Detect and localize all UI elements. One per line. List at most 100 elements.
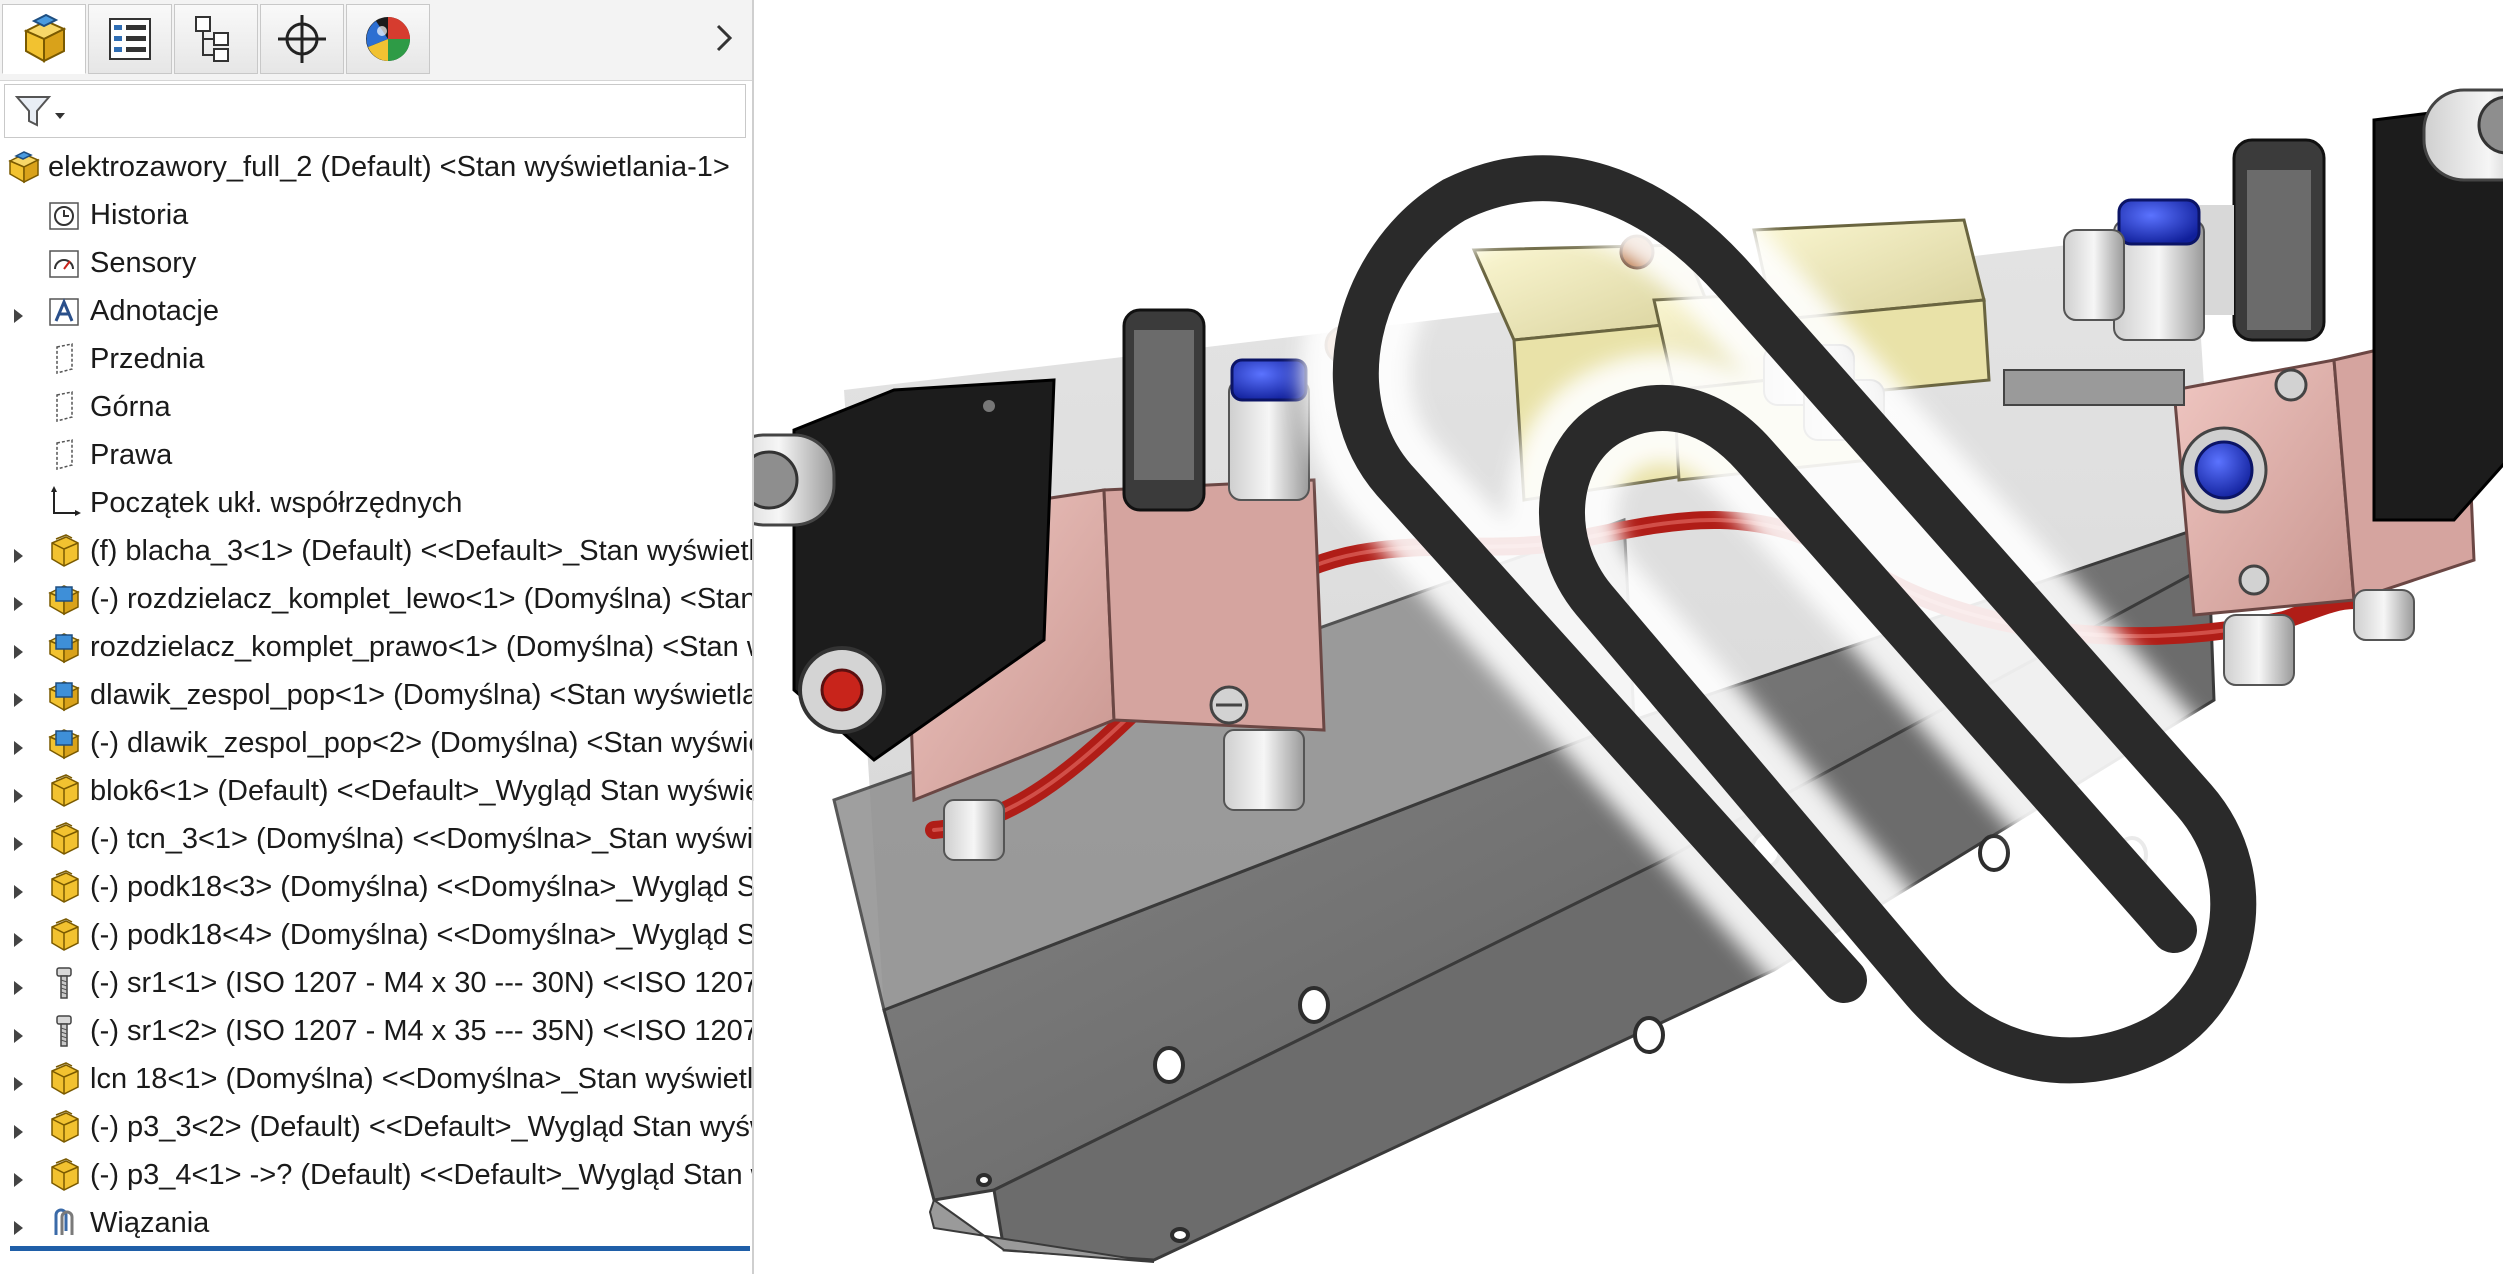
propertymanager-tab[interactable] [88, 4, 172, 74]
annotations-icon [46, 293, 82, 329]
tree-item-19[interactable]: lcn 18<1> (Domyślna) <<Domyślna>_Stan wy… [0, 1055, 752, 1103]
tree-item-label: lcn 18<1> (Domyślna) <<Domyślna>_Stan wy… [90, 1062, 754, 1095]
tree-root-item[interactable]: elektrozawory_full_2 (Default) <Stan wyś… [0, 143, 752, 191]
tree-item-label: Górna [90, 390, 171, 423]
plane-icon [46, 389, 82, 425]
subassembly-icon [46, 581, 82, 617]
part-icon [46, 533, 82, 569]
tree-item-14[interactable]: (-) tcn_3<1> (Domyślna) <<Domyślna>_Stan… [0, 815, 752, 863]
filter-icon[interactable] [11, 91, 69, 131]
tree-item-3[interactable]: Adnotacje [0, 287, 752, 335]
plane-icon [46, 437, 82, 473]
subassembly-icon [46, 677, 82, 713]
tree-item-label: (-) tcn_3<1> (Domyślna) <<Domyślna>_Stan… [90, 822, 754, 855]
part-icon [46, 821, 82, 857]
feature-tree: elektrozawory_full_2 (Default) <Stan wyś… [0, 143, 752, 1247]
tree-item-label: dlawik_zespol_pop<1> (Domyślna) <Stan wy… [90, 678, 752, 711]
expand-arrow-icon[interactable] [12, 1069, 26, 1091]
tree-item-16[interactable]: (-) podk18<4> (Domyślna) <<Domyślna>_Wyg… [0, 911, 752, 959]
subassembly-icon [46, 725, 82, 761]
expand-arrow-icon[interactable] [12, 685, 26, 707]
tree-item-label: elektrozawory_full_2 (Default) <Stan wyś… [48, 150, 730, 183]
sensors-icon [46, 245, 82, 281]
tree-item-13[interactable]: blok6<1> (Default) <<Default>_Wygląd Sta… [0, 767, 752, 815]
configurationmanager-tab[interactable] [174, 4, 258, 74]
tree-filter-bar[interactable] [4, 84, 746, 138]
featuremanager-tab[interactable] [2, 4, 86, 74]
tree-item-label: Historia [90, 198, 189, 231]
tree-item-label: Początek ukł. współrzędnych [90, 486, 463, 519]
part-icon [46, 1061, 82, 1097]
display-manager-tab[interactable] [346, 4, 430, 74]
tree-item-label: Sensory [90, 246, 197, 279]
tree-item-label: Przednia [90, 342, 205, 375]
tree-item-11[interactable]: dlawik_zespol_pop<1> (Domyślna) <Stan wy… [0, 671, 752, 719]
tree-item-9[interactable]: (-) rozdzielacz_komplet_lewo<1> (Domyśln… [0, 575, 752, 623]
tree-item-1[interactable]: Historia [0, 191, 752, 239]
graphics-viewport[interactable] [754, 0, 2503, 1274]
screw-icon [46, 1013, 82, 1049]
tree-item-4[interactable]: Przednia [0, 335, 752, 383]
tree-item-12[interactable]: (-) dlawik_zespol_pop<2> (Domyślna) <Sta… [0, 719, 752, 767]
tree-item-label: (-) rozdzielacz_komplet_lewo<1> (Domyśln… [90, 582, 754, 615]
configuration-icon [195, 16, 229, 62]
part-icon [46, 1157, 82, 1193]
part-tree-icon [23, 13, 67, 63]
tree-item-label: (-) p3_4<1> ->? (Default) <<Default>_Wyg… [90, 1158, 752, 1191]
tree-item-21[interactable]: (-) p3_4<1> ->? (Default) <<Default>_Wyg… [0, 1151, 752, 1199]
tree-item-label: Wiązania [90, 1206, 210, 1239]
tree-item-label: Adnotacje [90, 294, 219, 327]
tree-item-label: (f) blacha_3<1> (Default) <<Default>_Sta… [90, 534, 752, 567]
expand-arrow-icon[interactable] [12, 829, 26, 851]
expand-arrow-icon[interactable] [12, 1021, 26, 1043]
expand-arrow-icon[interactable] [12, 877, 26, 899]
assembly-icon [6, 149, 42, 185]
tree-item-label: (-) dlawik_zespol_pop<2> (Domyślna) <Sta… [90, 726, 752, 759]
tree-item-22[interactable]: Wiązania [0, 1199, 752, 1247]
expand-arrow-icon[interactable] [12, 1117, 26, 1139]
feature-manager-panel: elektrozawory_full_2 (Default) <Stan wyś… [0, 0, 754, 1274]
chevron-right-icon[interactable] [708, 18, 738, 58]
tree-item-5[interactable]: Górna [0, 383, 752, 431]
appearance-sphere-icon [366, 17, 410, 61]
tree-item-10[interactable]: rozdzielacz_komplet_prawo<1> (Domyślna) … [0, 623, 752, 671]
tree-item-label: (-) podk18<4> (Domyślna) <<Domyślna>_Wyg… [90, 918, 752, 951]
expand-arrow-icon[interactable] [12, 733, 26, 755]
origin-icon [46, 485, 82, 521]
expand-arrow-icon[interactable] [12, 301, 26, 323]
expand-arrow-icon[interactable] [12, 781, 26, 803]
tree-item-6[interactable]: Prawa [0, 431, 752, 479]
subassembly-icon [46, 629, 82, 665]
tree-item-8[interactable]: (f) blacha_3<1> (Default) <<Default>_Sta… [0, 527, 752, 575]
history-icon [46, 197, 82, 233]
tree-item-2[interactable]: Sensory [0, 239, 752, 287]
plane-icon [46, 341, 82, 377]
expand-arrow-icon[interactable] [12, 973, 26, 995]
selection-bar [10, 1246, 750, 1251]
expand-arrow-icon[interactable] [12, 589, 26, 611]
expand-arrow-icon[interactable] [12, 1165, 26, 1187]
tree-item-18[interactable]: (-) sr1<2> (ISO 1207 - M4 x 35 --- 35N) … [0, 1007, 752, 1055]
right-solenoid-coil [2372, 88, 2503, 522]
mates-icon [46, 1205, 82, 1241]
tree-item-17[interactable]: (-) sr1<1> (ISO 1207 - M4 x 30 --- 30N) … [0, 959, 752, 1007]
expand-arrow-icon[interactable] [12, 1213, 26, 1235]
assembly-3d-model [754, 88, 2503, 1263]
tree-item-label: blok6<1> (Default) <<Default>_Wygląd Sta… [90, 774, 754, 807]
tree-item-label: (-) podk18<3> (Domyślna) <<Domyślna>_Wyg… [90, 870, 752, 903]
part-icon [46, 917, 82, 953]
tree-item-label: (-) sr1<2> (ISO 1207 - M4 x 35 --- 35N) … [90, 1014, 754, 1047]
tree-item-7[interactable]: Początek ukł. współrzędnych [0, 479, 752, 527]
manager-tab-bar [0, 0, 752, 81]
expand-arrow-icon[interactable] [12, 637, 26, 659]
part-icon [46, 1109, 82, 1145]
tree-item-20[interactable]: (-) p3_3<2> (Default) <<Default>_Wygląd … [0, 1103, 752, 1151]
tree-item-15[interactable]: (-) podk18<3> (Domyślna) <<Domyślna>_Wyg… [0, 863, 752, 911]
part-icon [46, 869, 82, 905]
expand-arrow-icon[interactable] [12, 925, 26, 947]
property-list-icon [109, 18, 151, 60]
crosshair-icon [278, 15, 326, 63]
tree-item-label: Prawa [90, 438, 173, 471]
expand-arrow-icon[interactable] [12, 541, 26, 563]
dimxpert-tab[interactable] [260, 4, 344, 74]
